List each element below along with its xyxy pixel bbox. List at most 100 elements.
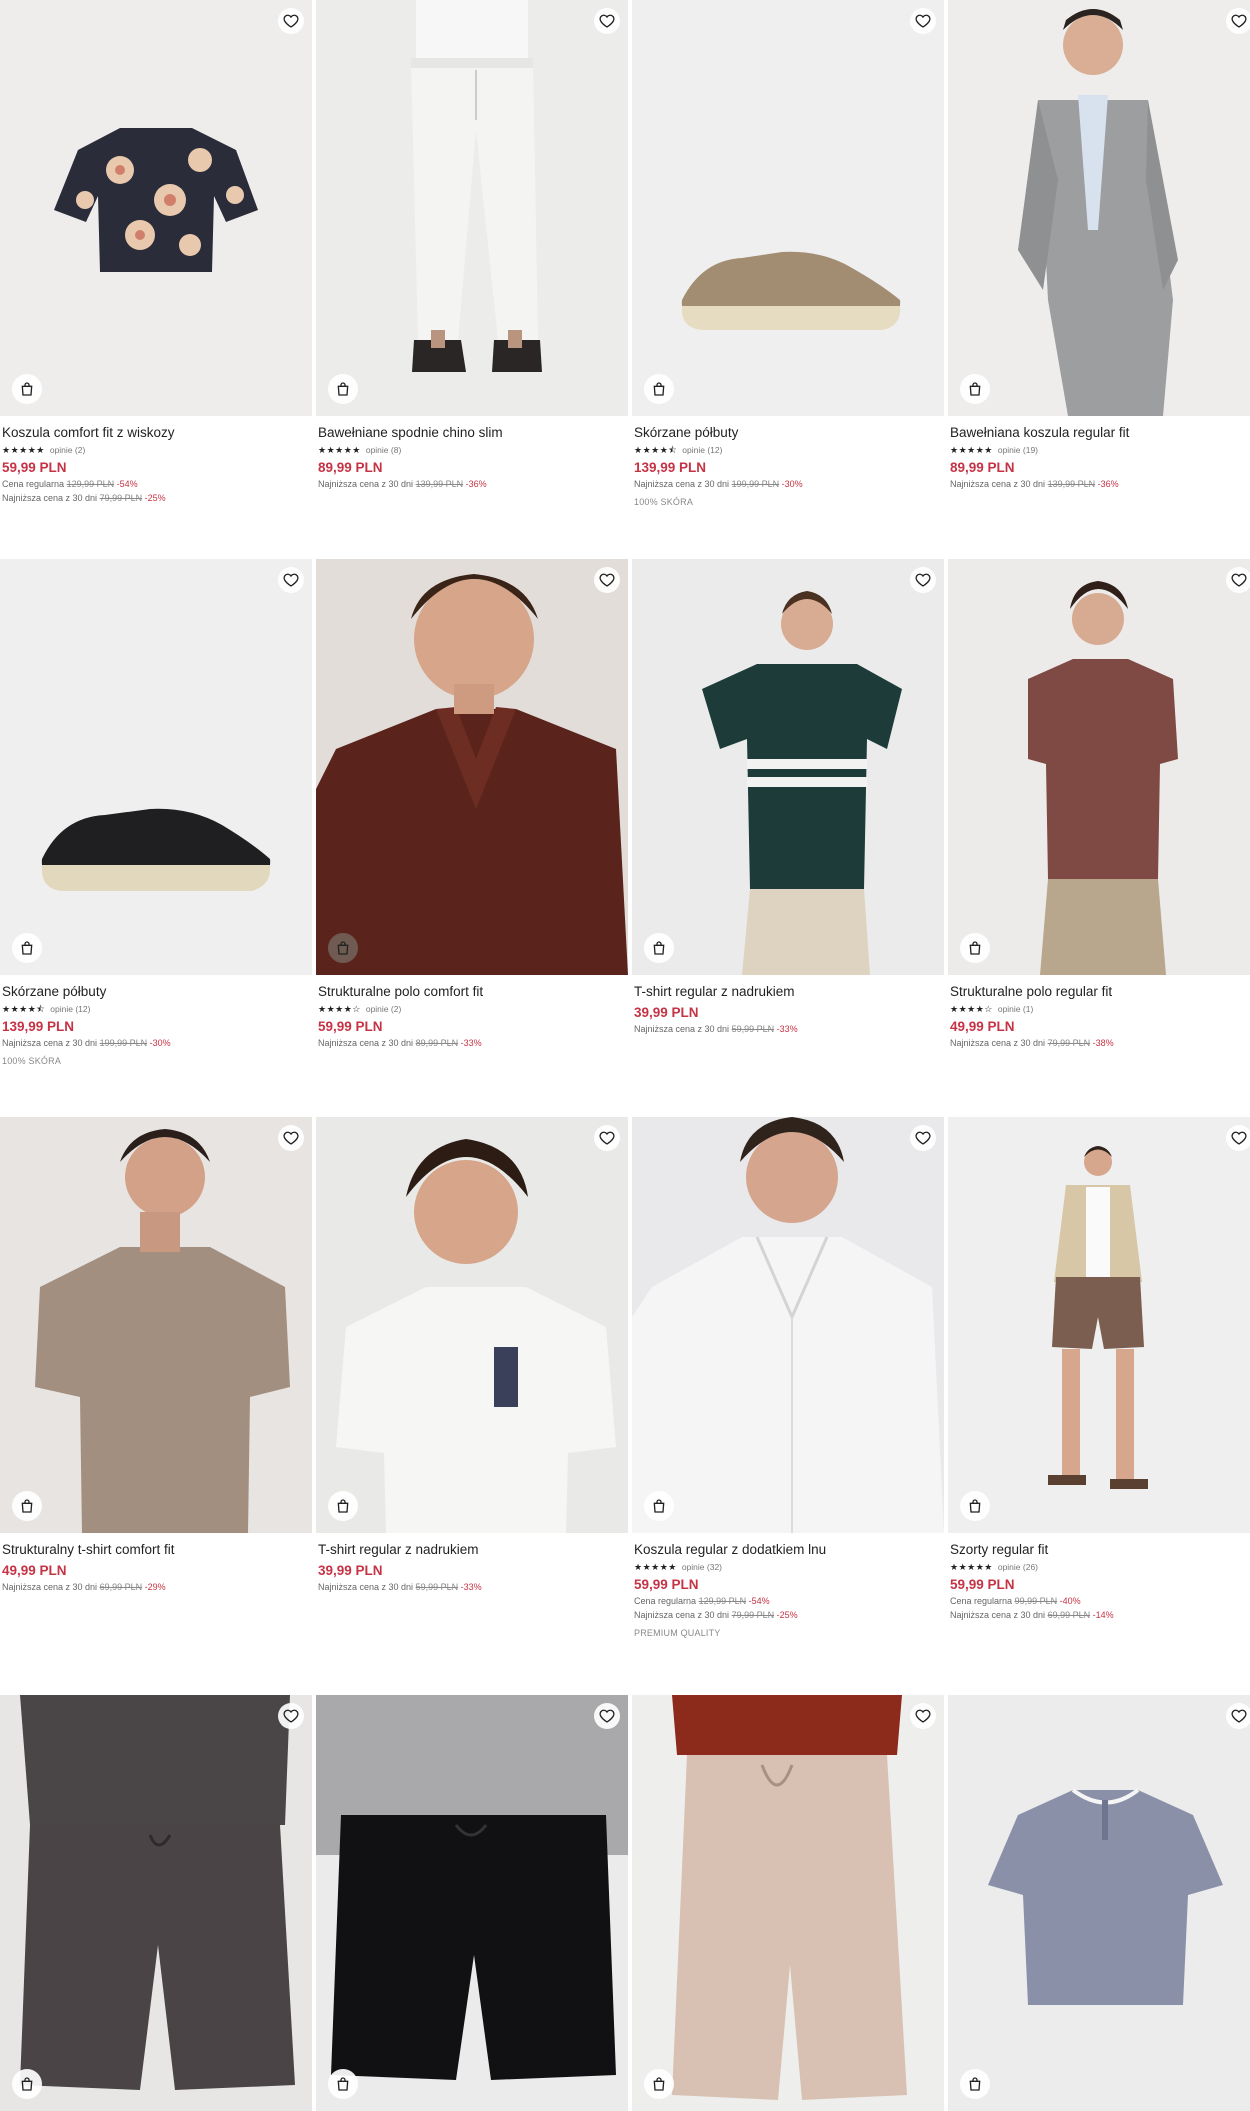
product-image[interactable] xyxy=(948,1695,1250,2111)
product-photo xyxy=(316,1695,628,2111)
product-tag: 100% SKÓRA xyxy=(634,497,694,507)
product-name[interactable]: T-shirt regular z nadrukiem xyxy=(634,983,942,1000)
product-card[interactable] xyxy=(0,1695,312,2111)
product-rating: ★★★★⯪ opinie (12) xyxy=(634,444,942,455)
product-card[interactable] xyxy=(316,1695,628,2111)
heart-icon[interactable] xyxy=(1226,1125,1250,1151)
product-image[interactable] xyxy=(948,559,1250,975)
heart-icon[interactable] xyxy=(1226,8,1250,34)
heart-icon[interactable] xyxy=(594,567,620,593)
product-image[interactable] xyxy=(0,1695,312,2111)
product-image[interactable] xyxy=(948,1117,1250,1533)
product-card[interactable]: Skórzane półbuty ★★★★⯪ opinie (12) 139,9… xyxy=(0,559,312,1066)
product-name[interactable]: Strukturalne polo regular fit xyxy=(950,983,1250,1000)
shopping-bag-icon[interactable] xyxy=(960,933,990,963)
product-name[interactable]: Strukturalny t-shirt comfort fit xyxy=(2,1541,310,1558)
shopping-bag-icon[interactable] xyxy=(328,374,358,404)
review-count[interactable]: opinie (12) xyxy=(50,1004,90,1014)
product-card[interactable] xyxy=(632,1695,944,2111)
product-name[interactable]: Szorty regular fit xyxy=(950,1541,1250,1558)
product-card[interactable] xyxy=(948,1695,1250,2111)
product-card[interactable]: Szorty regular fit ★★★★★ opinie (26) 59,… xyxy=(948,1117,1250,1621)
product-name[interactable]: Strukturalne polo comfort fit xyxy=(318,983,626,1000)
heart-icon[interactable] xyxy=(910,1703,936,1729)
heart-icon[interactable] xyxy=(278,1703,304,1729)
product-name[interactable]: Skórzane półbuty xyxy=(2,983,310,1000)
rating-stars: ★★★★★ xyxy=(950,444,993,455)
product-card[interactable]: Bawełniana koszula regular fit ★★★★★ opi… xyxy=(948,0,1250,490)
product-info: Bawełniana koszula regular fit ★★★★★ opi… xyxy=(948,416,1250,490)
review-count[interactable]: opinie (2) xyxy=(50,445,85,455)
product-price: 39,99 PLN xyxy=(634,1005,699,1020)
heart-icon[interactable] xyxy=(1226,567,1250,593)
product-info: Strukturalne polo comfort fit ★★★★☆ opin… xyxy=(316,975,628,1049)
product-card[interactable]: Strukturalny t-shirt comfort fit 49,99 PL… xyxy=(0,1117,312,1593)
product-name[interactable]: Skórzane półbuty xyxy=(634,424,942,441)
product-name[interactable]: Koszula regular z dodatkiem lnu xyxy=(634,1541,942,1558)
shopping-bag-icon[interactable] xyxy=(12,374,42,404)
product-name[interactable]: Bawełniana koszula regular fit xyxy=(950,424,1250,441)
product-image[interactable] xyxy=(0,559,312,975)
shopping-bag-icon[interactable] xyxy=(960,1491,990,1521)
price-history-line: Najniższa cena z 30 dni 79,99 PLN -38% xyxy=(950,1037,1250,1049)
heart-icon[interactable] xyxy=(910,1125,936,1151)
shopping-bag-icon[interactable] xyxy=(12,1491,42,1521)
old-price: 69,99 PLN xyxy=(1047,1610,1091,1620)
product-name[interactable]: Bawełniane spodnie chino slim xyxy=(318,424,626,441)
review-count[interactable]: opinie (8) xyxy=(366,445,401,455)
price-label: Najniższa cena z 30 dni xyxy=(2,1582,98,1592)
review-count[interactable]: opinie (2) xyxy=(366,1004,401,1014)
shopping-bag-icon[interactable] xyxy=(328,933,358,963)
product-card[interactable]: Koszula regular z dodatkiem lnu ★★★★★ op… xyxy=(632,1117,944,1638)
heart-icon[interactable] xyxy=(278,567,304,593)
heart-icon[interactable] xyxy=(278,1125,304,1151)
shopping-bag-icon[interactable] xyxy=(328,1491,358,1521)
shopping-bag-icon[interactable] xyxy=(644,2069,674,2099)
product-name[interactable]: T-shirt regular z nadrukiem xyxy=(318,1541,626,1558)
product-image[interactable] xyxy=(632,559,944,975)
shopping-bag-icon[interactable] xyxy=(328,2069,358,2099)
product-image[interactable] xyxy=(632,0,944,416)
product-image[interactable] xyxy=(316,559,628,975)
shopping-bag-icon[interactable] xyxy=(12,933,42,963)
product-price: 59,99 PLN xyxy=(2,460,67,475)
review-count[interactable]: opinie (19) xyxy=(998,445,1038,455)
heart-icon[interactable] xyxy=(594,1703,620,1729)
product-card[interactable]: T-shirt regular z nadrukiem 39,99 PLN Naj… xyxy=(632,559,944,1035)
product-image[interactable] xyxy=(632,1117,944,1533)
product-rating: ★★★★☆ opinie (2) xyxy=(318,1003,626,1014)
product-card[interactable]: Koszula comfort fit z wiskozy ★★★★★ opin… xyxy=(0,0,312,504)
shopping-bag-icon[interactable] xyxy=(644,933,674,963)
review-count[interactable]: opinie (1) xyxy=(998,1004,1033,1014)
shopping-bag-icon[interactable] xyxy=(960,2069,990,2099)
product-price: 139,99 PLN xyxy=(2,1019,75,1034)
product-image[interactable] xyxy=(316,1117,628,1533)
shopping-bag-icon[interactable] xyxy=(12,2069,42,2099)
product-card[interactable]: T-shirt regular z nadrukiem 39,99 PLN Naj… xyxy=(316,1117,628,1593)
product-image[interactable] xyxy=(632,1695,944,2111)
product-name[interactable]: Koszula comfort fit z wiskozy xyxy=(2,424,310,441)
product-price: 39,99 PLN xyxy=(318,1563,383,1578)
product-card[interactable]: Bawełniane spodnie chino slim ★★★★★ opin… xyxy=(316,0,628,490)
review-count[interactable]: opinie (26) xyxy=(998,1562,1038,1572)
heart-icon[interactable] xyxy=(1226,1703,1250,1729)
product-image[interactable] xyxy=(0,0,312,416)
product-card[interactable]: Skórzane półbuty ★★★★⯪ opinie (12) 139,9… xyxy=(632,0,944,507)
product-image[interactable] xyxy=(316,1695,628,2111)
shopping-bag-icon[interactable] xyxy=(644,374,674,404)
product-card[interactable]: Strukturalne polo comfort fit ★★★★☆ opin… xyxy=(316,559,628,1049)
heart-icon[interactable] xyxy=(594,8,620,34)
product-image[interactable] xyxy=(948,0,1250,416)
heart-icon[interactable] xyxy=(278,8,304,34)
review-count[interactable]: opinie (32) xyxy=(682,1562,722,1572)
shopping-bag-icon[interactable] xyxy=(960,374,990,404)
heart-icon[interactable] xyxy=(910,567,936,593)
product-photo xyxy=(632,1117,944,1533)
shopping-bag-icon[interactable] xyxy=(644,1491,674,1521)
review-count[interactable]: opinie (12) xyxy=(682,445,722,455)
product-image[interactable] xyxy=(0,1117,312,1533)
heart-icon[interactable] xyxy=(910,8,936,34)
heart-icon[interactable] xyxy=(594,1125,620,1151)
product-card[interactable]: Strukturalne polo regular fit ★★★★☆ opin… xyxy=(948,559,1250,1049)
product-image[interactable] xyxy=(316,0,628,416)
